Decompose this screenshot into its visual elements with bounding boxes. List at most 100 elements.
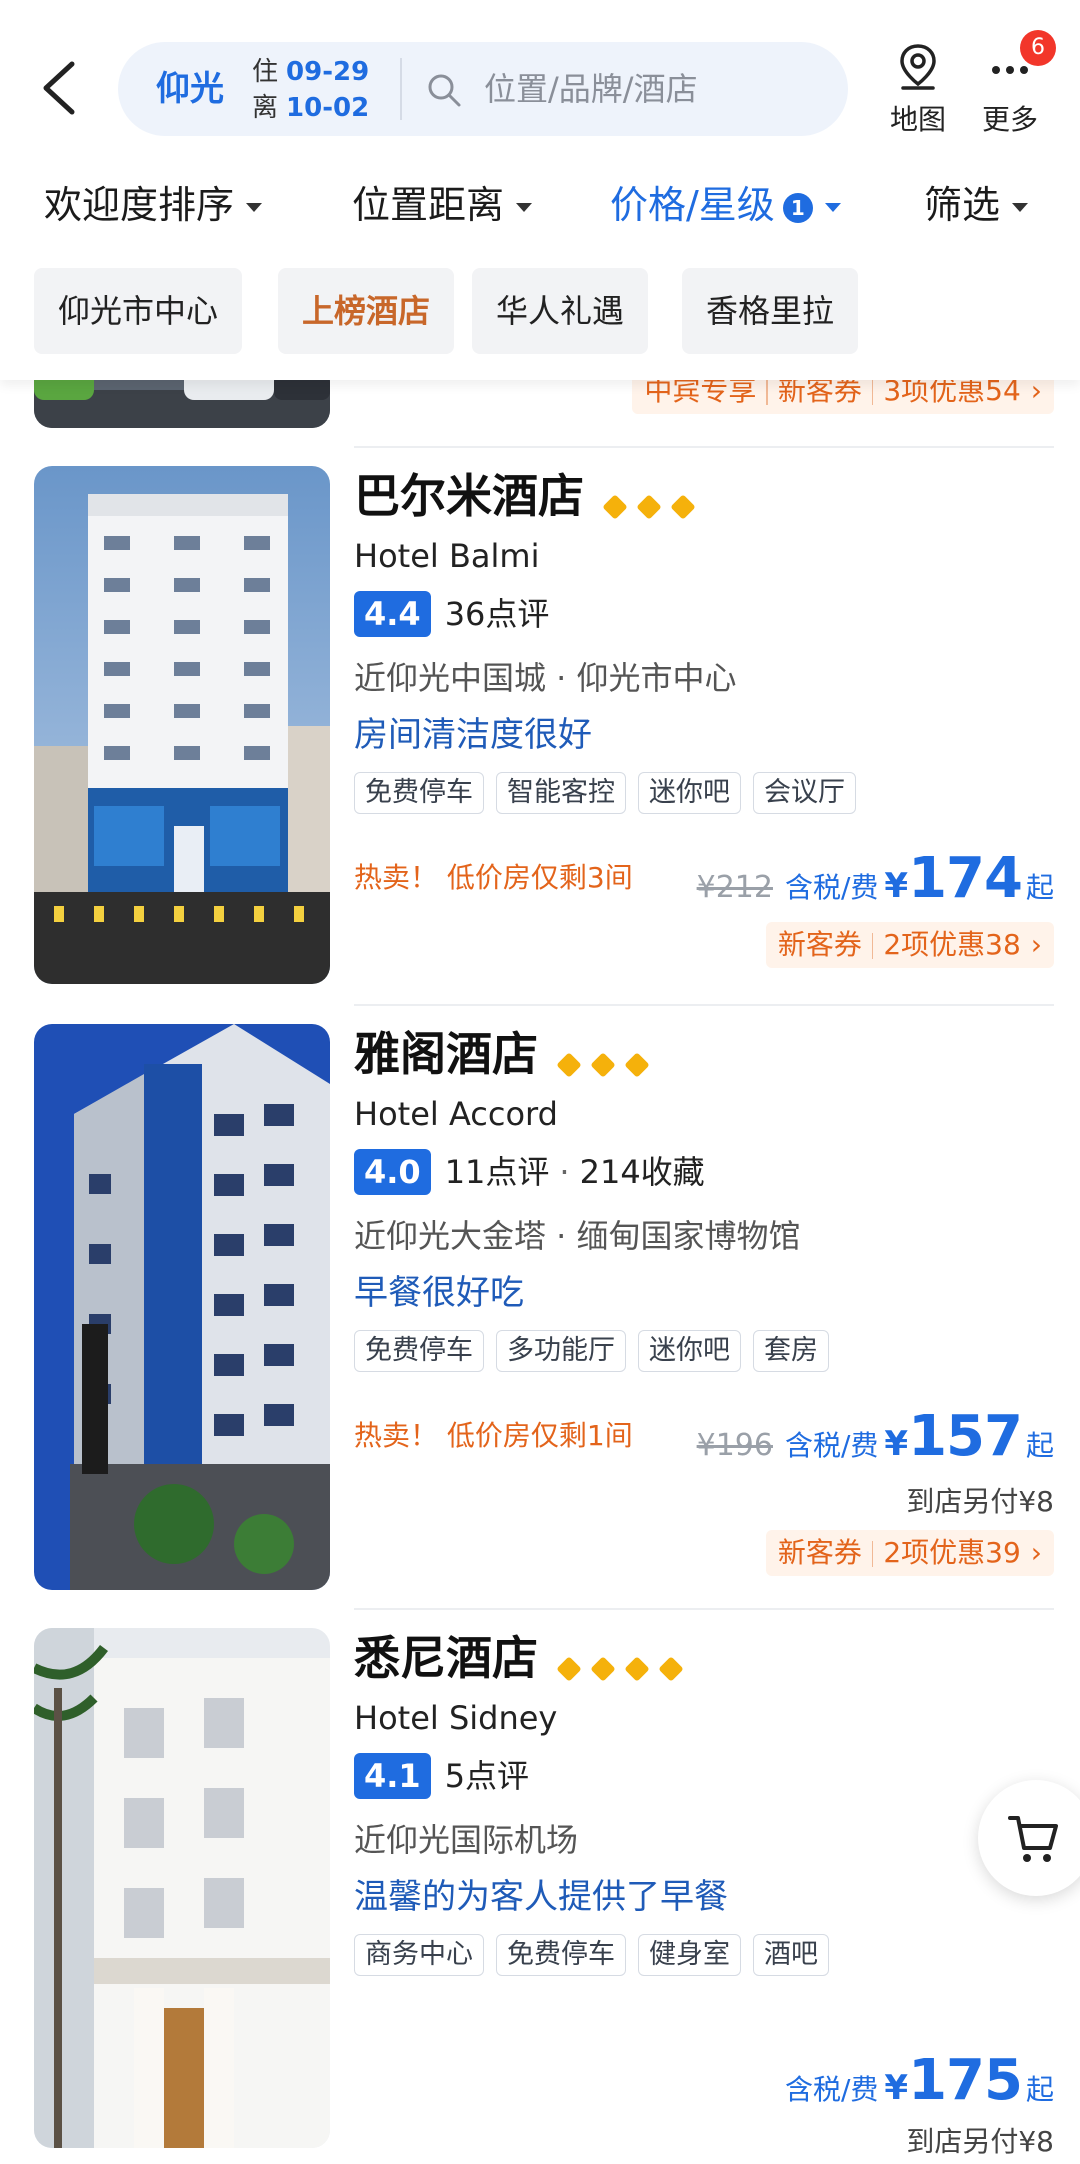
date-selector[interactable]: 住 09-29 离 10-02 (252, 54, 369, 126)
currency-symbol: ¥ (884, 2068, 909, 2108)
diamond-star-icon (556, 1655, 582, 1682)
diamond-star-icon (670, 493, 696, 520)
hotel-name-row: 雅阁酒店 (354, 1024, 1054, 1088)
sort-distance-label: 位置距离 (352, 183, 505, 227)
tax-label: 含税/费 (784, 871, 879, 904)
sort-price-star[interactable]: 价格/星级 1 (610, 170, 841, 240)
original-price: ¥196 (696, 1428, 773, 1463)
review-highlight: 温馨的为客人提供了早餐 (354, 1876, 728, 1917)
sort-popularity[interactable]: 欢迎度排序 (44, 170, 263, 240)
quick-filter-chip[interactable]: 华人礼遇 (472, 268, 649, 354)
diamond-star-icon (590, 1051, 616, 1078)
divider (354, 1608, 1054, 1610)
hotel-photo[interactable] (34, 1024, 330, 1590)
caret-down-icon (516, 203, 533, 212)
hotel-name-row: 巴尔米酒店 (354, 466, 1054, 530)
promo-badge[interactable]: 新客券 2项优惠38 › (765, 922, 1054, 968)
hotel-name: 悉尼酒店 (354, 1631, 538, 1685)
currency-symbol: ¥ (884, 866, 909, 906)
review-highlight: 房间清洁度很好 (354, 714, 592, 755)
more-button[interactable]: 6 更多 (970, 30, 1056, 138)
price: 157 (908, 1404, 1023, 1469)
star-rating (598, 470, 700, 530)
review-score: 4.1 (354, 1752, 431, 1799)
hotel-name-row: 悉尼酒店 (354, 1628, 1054, 1692)
promo-coupon: 新客券 (777, 928, 862, 961)
checkin-date: 09-29 (286, 57, 370, 87)
hotel-location: 近仰光中国城 · 仰光市中心 (354, 658, 737, 697)
extra-fee: 到店另付¥8 (906, 2125, 1054, 2158)
hotel-name: 雅阁酒店 (354, 1027, 538, 1081)
review-count: 11点评 (444, 1152, 550, 1191)
city-selector[interactable]: 仰光 (156, 42, 224, 136)
star-rating (552, 1028, 654, 1088)
hotel-card[interactable]: 雅阁酒店 Hotel Accord 4.0 11点评 · 214收藏 近仰光大金塔 ·… (0, 1024, 1080, 1610)
hotel-location: 近仰光国际机场 (354, 1820, 579, 1859)
caret-down-icon (1012, 203, 1029, 212)
diamond-star-icon (590, 1655, 616, 1682)
amenity-tag: 免费停车 (496, 1933, 626, 1976)
divider (354, 1004, 1054, 1006)
search-bar[interactable]: 仰光 住 09-29 离 10-02 位置/品牌/酒店 (118, 42, 848, 136)
back-arrow-icon[interactable] (36, 58, 84, 118)
chevron-right-icon: › (1030, 928, 1042, 961)
original-price: ¥212 (696, 870, 773, 905)
amenity-tags: 免费停车 多功能厅 迷你吧 套房 (354, 1329, 1054, 1374)
sort-filter[interactable]: 筛选 (924, 170, 1029, 240)
amenity-tag: 多功能厅 (496, 1329, 626, 1372)
checkout-date: 10-02 (286, 93, 370, 123)
amenity-tags: 免费停车 智能客控 迷你吧 会议厅 (354, 771, 1054, 816)
hotel-name: 巴尔米酒店 (354, 469, 584, 523)
amenity-tag: 迷你吧 (638, 771, 741, 814)
promo-coupon: 新客券 (777, 1536, 862, 1569)
pill-divider (400, 58, 402, 120)
price: 174 (908, 846, 1023, 911)
diamond-star-icon (658, 1655, 684, 1682)
caret-down-icon (246, 203, 263, 212)
filter-count-badge: 1 (782, 192, 813, 223)
sort-price-star-label: 价格/星级 (610, 183, 775, 227)
rating-row: 4.1 5点评 (354, 1752, 1054, 1800)
search-icon (426, 72, 462, 108)
hotel-card[interactable]: 悉尼酒店 Hotel Sidney 4.1 5点评 近仰光国际机场 温馨的为客人提… (0, 1628, 1080, 2164)
quick-filter-chip[interactable]: 上榜酒店 (278, 268, 455, 354)
hotel-card[interactable]: 巴尔米酒店 Hotel Balmi 4.4 36点评 近仰光中国城 · 仰光市中心… (0, 466, 1080, 1006)
search-input[interactable]: 位置/品牌/酒店 (484, 42, 698, 136)
amenity-tag: 会议厅 (753, 771, 856, 814)
shopping-cart-icon (1004, 1808, 1064, 1872)
promo-badge[interactable]: 新客券 2项优惠39 › (765, 1530, 1054, 1576)
map-button[interactable]: 地图 (878, 42, 958, 138)
more-dots-icon: 6 (970, 30, 1056, 92)
sort-filter-label: 筛选 (924, 183, 1001, 227)
hotel-photo[interactable] (34, 466, 330, 984)
review-count: 5点评 (444, 1756, 530, 1795)
hotel-english-name: Hotel Balmi (354, 536, 540, 575)
sort-distance[interactable]: 位置距离 (352, 170, 533, 240)
scarcity-notice: 热卖！ 低价房仅剩3间 (354, 861, 633, 894)
quick-filter-chip[interactable]: 香格里拉 (682, 268, 859, 354)
amenity-tag: 免费停车 (354, 771, 484, 814)
more-label: 更多 (981, 103, 1038, 136)
amenity-tag: 商务中心 (354, 1933, 484, 1976)
diamond-star-icon (624, 1655, 650, 1682)
divider (354, 446, 1054, 448)
chevron-right-icon: › (1030, 1536, 1042, 1569)
currency-symbol: ¥ (884, 1424, 909, 1464)
rating-row: 4.0 11点评 · 214收藏 (354, 1148, 1054, 1196)
hotel-english-name: Hotel Accord (354, 1094, 558, 1133)
quick-filter-row: 仰光市中心 上榜酒店 华人礼遇 香格里拉 (0, 268, 1080, 358)
amenity-tag: 迷你吧 (638, 1329, 741, 1372)
caret-down-icon (824, 203, 841, 212)
hotel-info: 悉尼酒店 Hotel Sidney 4.1 5点评 近仰光国际机场 温馨的为客人提… (354, 1628, 1054, 1978)
quick-filter-chip[interactable]: 仰光市中心 (34, 268, 243, 354)
amenity-tag: 酒吧 (753, 1933, 829, 1976)
price-row: ¥212 含税/费 ¥174 起 (697, 846, 1054, 911)
price-row: 含税/费 ¥175 起 (785, 2048, 1054, 2113)
amenity-tag: 免费停车 (354, 1329, 484, 1372)
hotel-info: 雅阁酒店 Hotel Accord 4.0 11点评 · 214收藏 近仰光大金塔 ·… (354, 1024, 1054, 1374)
diamond-star-icon (624, 1051, 650, 1078)
amenity-tag: 智能客控 (496, 771, 626, 814)
diamond-star-icon (602, 493, 628, 520)
hotel-photo[interactable] (34, 1628, 330, 2148)
promo-discount: 2项优惠39 (883, 1536, 1021, 1569)
